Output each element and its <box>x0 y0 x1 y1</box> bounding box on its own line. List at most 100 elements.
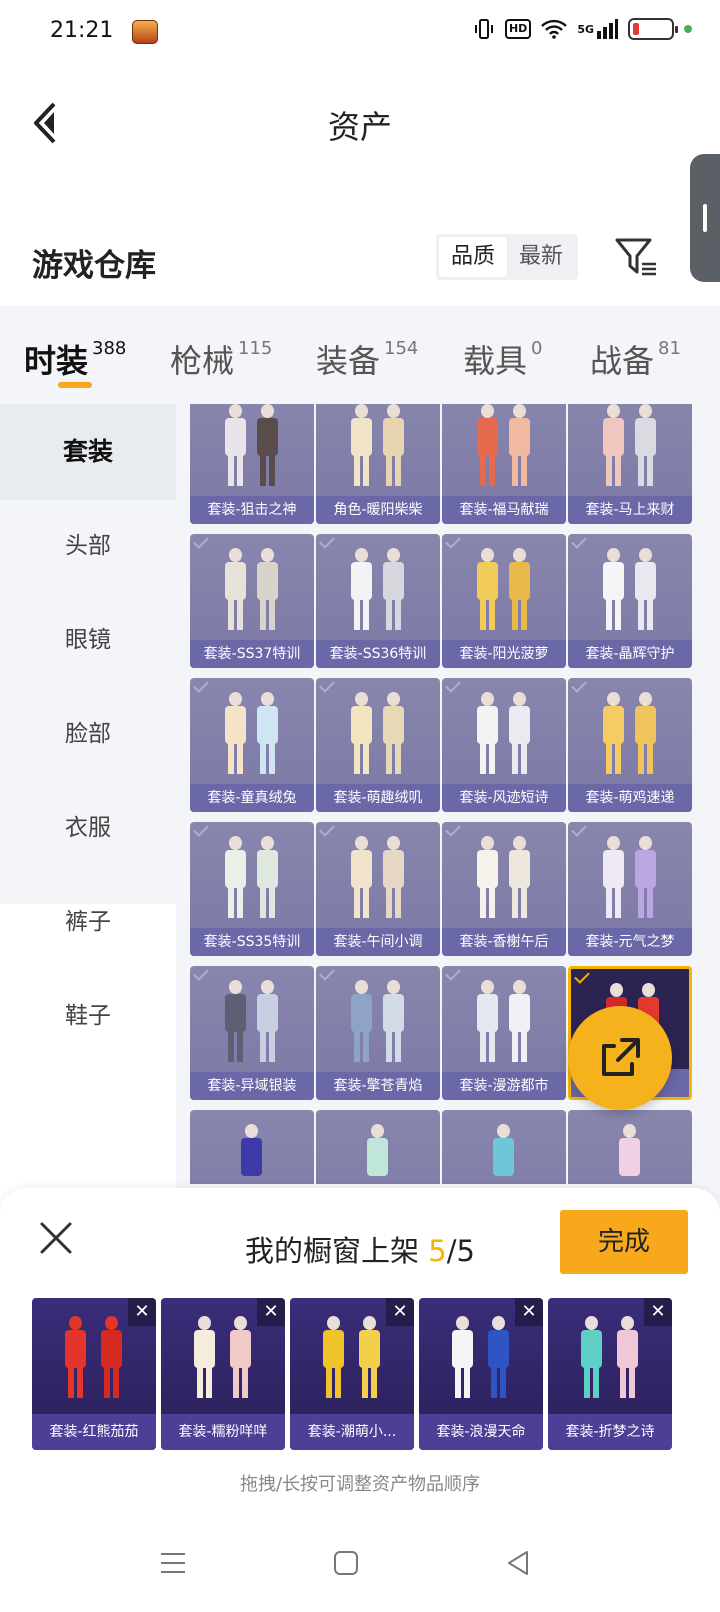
outfit-figure <box>378 548 408 632</box>
item-card[interactable] <box>316 1110 440 1184</box>
outfit-figure <box>447 1316 477 1400</box>
item-card[interactable]: 套装-SS36特训 <box>316 534 440 668</box>
item-card-label: 套装-香榭午后 <box>442 928 566 956</box>
outfit-figure <box>630 404 660 488</box>
item-card[interactable]: 套装-SS37特训 <box>190 534 314 668</box>
showcase-item-label: 套装-糯粉咩咩 <box>161 1414 285 1450</box>
back-nav-icon[interactable] <box>505 1550 531 1576</box>
tab-guns[interactable]: 枪械 115 <box>170 336 272 382</box>
tab-vehicles[interactable]: 载具 0 <box>463 336 542 382</box>
item-card[interactable]: 套装-SS35特训 <box>190 822 314 956</box>
showcase-item-label: 套装-潮萌小... <box>290 1414 414 1450</box>
outfit-figure <box>576 1316 606 1400</box>
item-card[interactable]: 套装-元气之梦 <box>568 822 692 956</box>
item-card[interactable] <box>190 1110 314 1184</box>
item-card[interactable] <box>442 1110 566 1184</box>
item-card[interactable]: 套装-阳光菠萝 <box>442 534 566 668</box>
sort-quality[interactable]: 品质 <box>439 237 507 277</box>
item-card[interactable]: 套装-香榭午后 <box>442 822 566 956</box>
done-button[interactable]: 完成 <box>560 1210 688 1274</box>
tab-label: 枪械 <box>170 342 235 380</box>
item-card[interactable]: 套装-福马献瑞 <box>442 404 566 524</box>
item-card[interactable]: 套装-擎苍青焰 <box>316 966 440 1100</box>
item-card[interactable]: 套装-萌趣绒叽 <box>316 678 440 812</box>
page-title: 资产 <box>327 108 392 146</box>
outfit-figure <box>220 404 250 488</box>
showcase-item[interactable]: ✕ 套装-折梦之诗 <box>548 1298 672 1450</box>
outfit-figure <box>504 548 534 632</box>
item-card[interactable]: 套装-晶辉守护 <box>568 534 692 668</box>
remove-icon[interactable]: ✕ <box>515 1298 543 1326</box>
check-icon <box>445 534 461 549</box>
tab-gear[interactable]: 装备 154 <box>316 336 418 382</box>
check-icon <box>193 678 209 693</box>
remove-icon[interactable]: ✕ <box>128 1298 156 1326</box>
item-card[interactable]: 角色-暖阳柴柴 <box>316 404 440 524</box>
outfit-figure <box>488 1124 518 1184</box>
item-card[interactable]: 套装-狙击之神 <box>190 404 314 524</box>
item-card-label: 套装-SS37特训 <box>190 640 314 668</box>
item-card-label: 套装-马上来财 <box>568 496 692 524</box>
showcase-item[interactable]: ✕ 套装-浪漫天命 <box>419 1298 543 1450</box>
outfit-figure <box>252 548 282 632</box>
item-card[interactable]: 套装-午间小调 <box>316 822 440 956</box>
status-bar: 21:21 HD 5G <box>0 0 720 66</box>
check-icon <box>571 404 587 405</box>
showcase-item[interactable]: ✕ 套装-红熊茄茄 <box>32 1298 156 1450</box>
outfit-figure <box>346 980 376 1064</box>
item-card[interactable]: 套装-漫游都市 <box>442 966 566 1100</box>
remove-icon[interactable]: ✕ <box>644 1298 672 1326</box>
remove-icon[interactable]: ✕ <box>257 1298 285 1326</box>
side-drawer-handle[interactable] <box>690 154 720 282</box>
item-card-label: 套装-午间小调 <box>316 928 440 956</box>
showcase-item[interactable]: ✕ 套装-糯粉咩咩 <box>161 1298 285 1450</box>
outfit-figure <box>504 836 534 920</box>
category-pants[interactable]: 裤子 <box>0 874 176 970</box>
item-card[interactable]: 套装-风迹短诗 <box>442 678 566 812</box>
home-icon[interactable] <box>333 1550 359 1576</box>
check-icon <box>445 822 461 837</box>
category-face[interactable]: 脸部 <box>0 686 176 782</box>
category-glasses[interactable]: 眼镜 <box>0 592 176 688</box>
tab-fashion[interactable]: 时装 388 <box>24 336 126 382</box>
header: 资产 游戏仓库 品质 最新 <box>0 66 720 306</box>
item-card[interactable]: 套装-异域银装 <box>190 966 314 1100</box>
tab-label: 战备 <box>590 342 655 380</box>
hd-badge: HD <box>504 19 532 39</box>
menu-icon[interactable] <box>160 1550 186 1576</box>
category-head[interactable]: 头部 <box>0 498 176 594</box>
check-icon <box>319 966 335 981</box>
share-button[interactable] <box>568 1006 672 1110</box>
active-tab-indicator <box>58 382 92 388</box>
item-card[interactable]: 套装-萌鸡速递 <box>568 678 692 812</box>
showcase-sheet: 我的橱窗上架 5/5 完成 ✕ 套装-红熊茄茄 ✕ 套装-糯粉咩咩 ✕ 套装-潮萌小...… <box>0 1188 720 1612</box>
item-card-label: 套装-萌鸡速递 <box>568 784 692 812</box>
item-card-label: 套装-风迹短诗 <box>442 784 566 812</box>
tab-label: 载具 <box>463 342 528 380</box>
check-icon <box>571 678 587 693</box>
outfit-figure <box>220 692 250 776</box>
remove-icon[interactable]: ✕ <box>386 1298 414 1326</box>
outfit-figure <box>378 836 408 920</box>
item-card-label: 套装-阳光菠萝 <box>442 640 566 668</box>
item-card[interactable]: 套装-童真绒兔 <box>190 678 314 812</box>
check-icon <box>193 404 209 405</box>
outfit-figure <box>346 548 376 632</box>
outfit-figure <box>318 1316 348 1400</box>
item-card[interactable] <box>568 1110 692 1184</box>
filter-icon[interactable] <box>614 236 658 278</box>
item-card-label: 套装-元气之梦 <box>568 928 692 956</box>
category-shoes[interactable]: 鞋子 <box>0 968 176 1064</box>
sort-newest[interactable]: 最新 <box>507 237 575 277</box>
category-suit[interactable]: 套装 <box>0 404 176 500</box>
outfit-figure <box>504 980 534 1064</box>
system-nav-bar <box>0 1528 720 1612</box>
showcase-item[interactable]: ✕ 套装-潮萌小... <box>290 1298 414 1450</box>
showcase-total: /5 <box>446 1234 475 1268</box>
category-clothes[interactable]: 衣服 <box>0 780 176 876</box>
item-card-label: 套装-福马献瑞 <box>442 496 566 524</box>
showcase-count: 5 <box>428 1234 447 1268</box>
tab-supplies[interactable]: 战备 81 <box>590 336 681 382</box>
item-card[interactable]: 套装-马上来财 <box>568 404 692 524</box>
outfit-figure <box>630 548 660 632</box>
